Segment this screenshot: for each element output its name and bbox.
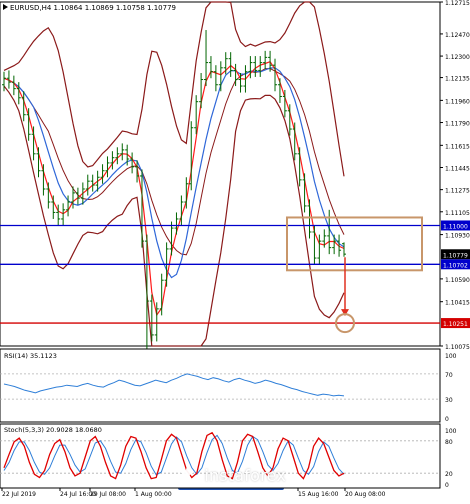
rsi-y-tick-label: 0 bbox=[445, 416, 449, 423]
price-y-tick-label: 1.11275 bbox=[445, 188, 470, 195]
price-y-tick-label: 1.11445 bbox=[445, 165, 470, 172]
stoch-header-text: Stoch(5,3,3) 20.9028 18.0680 bbox=[4, 426, 102, 434]
price-y-tick-label: 1.12300 bbox=[445, 54, 470, 61]
x-tick-label: 15 Aug 16:00 bbox=[298, 491, 339, 498]
price-y-tick-label: 1.10590 bbox=[445, 277, 470, 284]
rsi-y-tick-label: 100 bbox=[445, 353, 457, 360]
instaforex-logo-icon bbox=[179, 465, 195, 482]
rsi-header-text: RSI(14) 35.1123 bbox=[4, 352, 57, 360]
price-y-tick-label: 1.10415 bbox=[445, 300, 470, 307]
instaforex-wordmark: instaforex bbox=[204, 465, 286, 485]
price-y-tick-label: 1.10930 bbox=[445, 233, 470, 240]
stoch-y-tick-label: 100 bbox=[445, 428, 457, 435]
price-panel-frame bbox=[0, 1, 441, 347]
price-y-tick-label: 1.12715 bbox=[445, 0, 470, 7]
price-y-tick-label: 1.11790 bbox=[445, 121, 470, 128]
price-header-text: EURUSD,H4 1.10864 1.10869 1.10758 1.1077… bbox=[10, 4, 176, 12]
x-tick-label: 22 Jul 2019 bbox=[2, 491, 36, 498]
price-y-tick-label: 1.11105 bbox=[445, 210, 470, 217]
price-y-tick-label: 1.10075 bbox=[445, 344, 470, 351]
chart-canvas: 1.12715 1.12470 1.12300 1.12135 1.11960 1.117… bbox=[0, 0, 470, 498]
support-price-tag: 1.10702 bbox=[443, 262, 468, 269]
x-tick-label: 29 Jul 08:00 bbox=[90, 491, 126, 498]
trading-chart: 1.12715 1.12470 1.12300 1.12135 1.11960 1.117… bbox=[0, 0, 470, 500]
stoch-y-tick-label: 80 bbox=[445, 439, 453, 446]
target-price-tag: 1.10251 bbox=[443, 321, 468, 328]
price-y-tick-label: 1.11615 bbox=[445, 143, 470, 150]
rsi-y-tick-label: 30 bbox=[445, 397, 453, 404]
stoch-y-tick-label: 0 bbox=[445, 482, 449, 489]
price-y-tick-label: 1.12135 bbox=[445, 76, 470, 83]
instaforex-watermark: instaforex bbox=[176, 455, 286, 495]
x-tick-label: 20 Aug 08:00 bbox=[345, 491, 386, 498]
stoch-y-tick-label: 20 bbox=[445, 471, 453, 478]
price-y-tick-label: 1.12470 bbox=[445, 32, 470, 39]
resistance-price-tag: 1.11000 bbox=[443, 223, 468, 230]
price-y-tick-label: 1.11960 bbox=[445, 98, 470, 105]
x-tick-label: 1 Aug 00:00 bbox=[135, 491, 172, 498]
rsi-y-tick-label: 70 bbox=[445, 372, 453, 379]
current-price-tag: 1.10779 bbox=[443, 252, 468, 259]
